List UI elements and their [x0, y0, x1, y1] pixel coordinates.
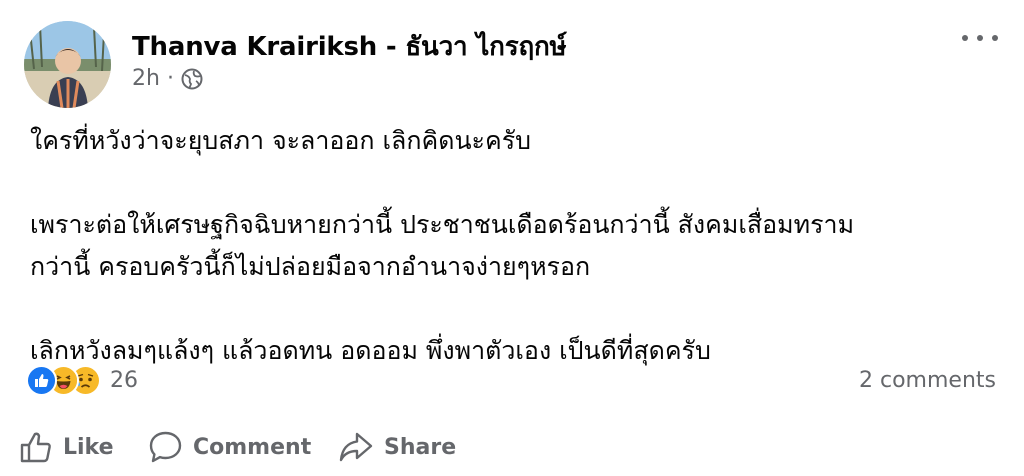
- post-paragraph: ใครที่หวังว่าจะยุบสภา จะลาออก เลิกคิดนะค…: [30, 126, 532, 155]
- author-avatar[interactable]: [24, 21, 111, 108]
- thumbs-up-icon: [20, 432, 51, 463]
- dot-icon: [962, 35, 968, 41]
- like-button[interactable]: Like: [20, 430, 114, 464]
- share-label: Share: [384, 434, 457, 460]
- comment-bubble-icon: [149, 431, 182, 463]
- comments-count-link[interactable]: 2 comments: [859, 368, 996, 393]
- author-name[interactable]: Thanva Krairiksh - ธันวา ไกรฤกษ์: [132, 26, 567, 67]
- like-icon: [26, 365, 57, 396]
- comment-button[interactable]: Comment: [148, 430, 311, 464]
- share-button[interactable]: Share: [338, 430, 456, 464]
- post-timestamp[interactable]: 2h: [132, 66, 160, 91]
- comment-label: Comment: [193, 434, 312, 460]
- dot-icon: [992, 35, 998, 41]
- globe-icon[interactable]: [181, 68, 203, 90]
- post-paragraph: เลิกหวังลมๆแล้งๆ แล้วอดทน อดออม พึ่งพาตั…: [30, 336, 711, 365]
- avatar-photo: [24, 21, 111, 108]
- share-arrow-icon: [339, 432, 373, 462]
- more-options-button[interactable]: [962, 28, 998, 48]
- post-meta: 2h ·: [132, 66, 203, 91]
- reaction-count: 26: [110, 368, 138, 393]
- post-action-bar: Like Comment Share: [0, 426, 1024, 472]
- like-label: Like: [63, 434, 114, 460]
- reactions-summary[interactable]: 26: [26, 365, 138, 396]
- meta-separator: ·: [166, 66, 174, 91]
- post-paragraph: เพราะต่อให้เศรษฐกิจฉิบหายกว่านี้ ประชาชน…: [30, 210, 855, 281]
- dot-icon: [977, 35, 983, 41]
